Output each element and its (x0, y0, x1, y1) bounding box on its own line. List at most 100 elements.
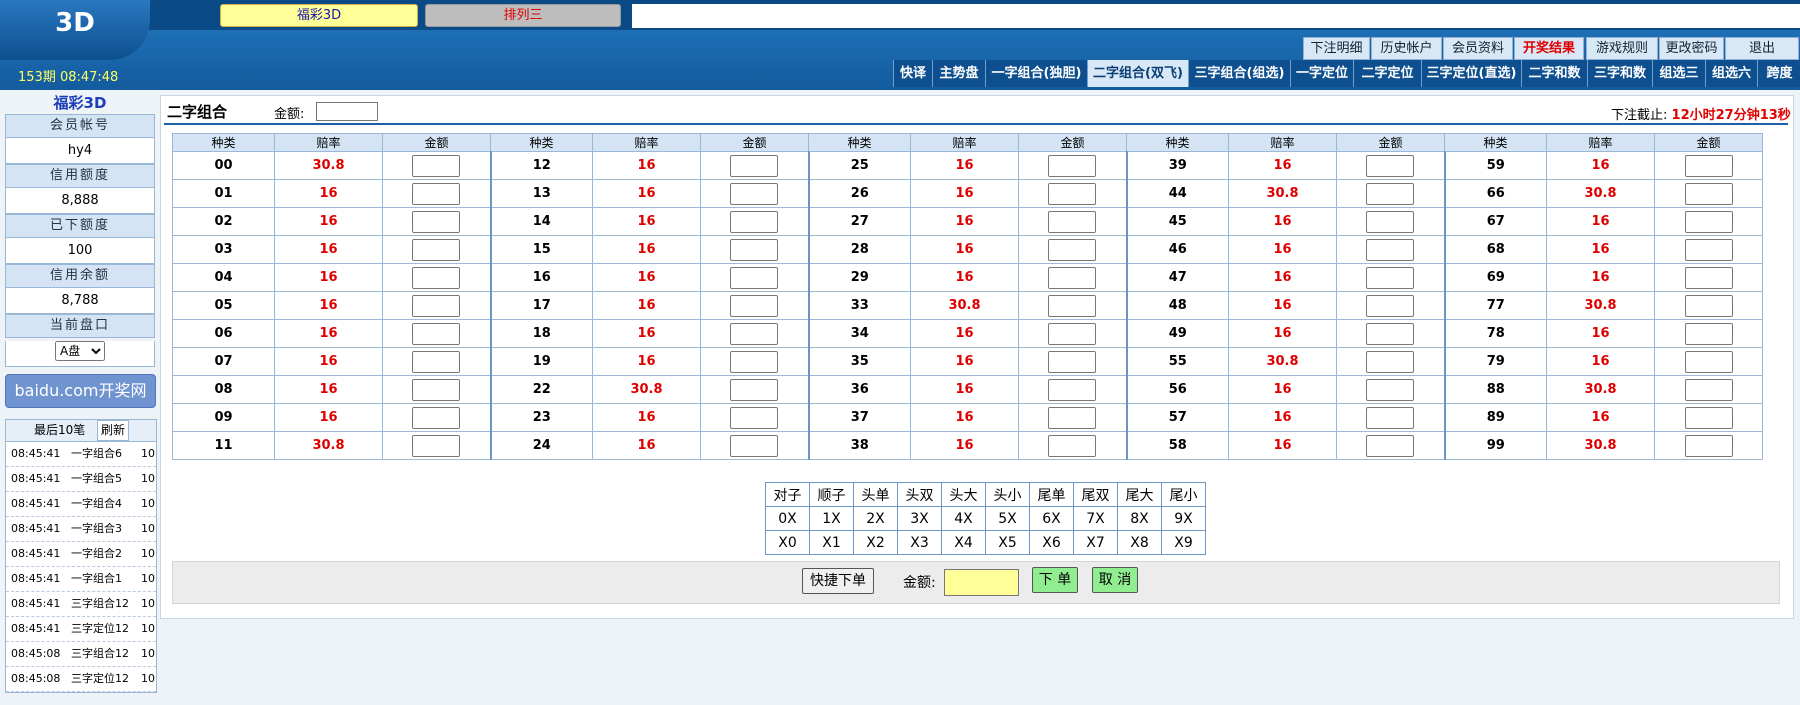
nav-tab-7[interactable]: 三字定位(直选) (1421, 60, 1521, 87)
bet-amount-input[interactable] (412, 266, 461, 289)
bet-amount-input[interactable] (1684, 322, 1733, 345)
bet-amount-input[interactable] (412, 294, 461, 317)
game-rules-link[interactable]: 游戏规则 (1586, 37, 1658, 60)
nav-tab-11[interactable]: 组选六 (1705, 60, 1757, 87)
bet-amount-input[interactable] (1684, 238, 1733, 261)
quick-pick-option[interactable]: X4 (941, 530, 986, 555)
bet-amount-input[interactable] (412, 210, 461, 233)
lottery-tab-pl3[interactable]: 排列三 (425, 4, 621, 27)
bet-amount-input[interactable] (730, 350, 779, 373)
kaijiang-link[interactable]: baidu.com开奖网 (5, 374, 156, 408)
bet-amount-input[interactable] (412, 182, 461, 205)
quick-pick-option[interactable]: 头小 (985, 482, 1030, 507)
nav-tab-12[interactable]: 跨度 (1757, 60, 1800, 87)
quick-pick-option[interactable]: X0 (765, 530, 810, 555)
bet-amount-input[interactable] (412, 350, 461, 373)
bet-amount-input[interactable] (1366, 182, 1415, 205)
quick-pick-option[interactable]: 头单 (853, 482, 898, 507)
quick-pick-option[interactable]: 1X (809, 506, 854, 531)
bet-amount-input[interactable] (730, 154, 779, 177)
bet-amount-input[interactable] (1048, 350, 1097, 373)
bet-amount-input[interactable] (1366, 210, 1415, 233)
bet-amount-input[interactable] (730, 378, 779, 401)
bet-amount-input[interactable] (730, 182, 779, 205)
bet-amount-input[interactable] (730, 266, 779, 289)
bet-amount-input[interactable] (1366, 266, 1415, 289)
quick-pick-option[interactable]: 尾大 (1117, 482, 1162, 507)
quick-pick-option[interactable]: 尾双 (1073, 482, 1118, 507)
bet-amount-input[interactable] (1366, 294, 1415, 317)
history-account-link[interactable]: 历史帐户 (1371, 37, 1442, 60)
bet-amount-input[interactable] (730, 406, 779, 429)
quick-pick-option[interactable]: 6X (1029, 506, 1074, 531)
bet-amount-input[interactable] (1048, 322, 1097, 345)
bet-amount-input[interactable] (412, 154, 461, 177)
nav-tab-4[interactable]: 三字组合(组选) (1188, 60, 1290, 87)
bet-amount-input[interactable] (730, 238, 779, 261)
bet-amount-input[interactable] (730, 434, 779, 457)
quick-pick-option[interactable]: X6 (1029, 530, 1074, 555)
quick-bet-button[interactable]: 快捷下单 (802, 568, 874, 594)
bet-amount-input[interactable] (1366, 406, 1415, 429)
bet-amount-input[interactable] (1048, 182, 1097, 205)
quick-pick-option[interactable]: 3X (897, 506, 942, 531)
bet-amount-input[interactable] (1048, 294, 1097, 317)
bet-amount-input[interactable] (1684, 350, 1733, 373)
bet-amount-input[interactable] (412, 238, 461, 261)
bet-amount-input[interactable] (1048, 434, 1097, 457)
bet-amount-input[interactable] (1048, 154, 1097, 177)
quick-pick-option[interactable]: 9X (1161, 506, 1206, 531)
bet-amount-input[interactable] (1684, 210, 1733, 233)
nav-tab-9[interactable]: 三字和数 (1587, 60, 1652, 87)
batch-amount-input[interactable] (316, 102, 378, 121)
bet-amount-input[interactable] (1684, 294, 1733, 317)
bet-amount-input[interactable] (1366, 238, 1415, 261)
bet-amount-input[interactable] (1684, 406, 1733, 429)
nav-tab-1[interactable]: 主势盘 (932, 60, 985, 87)
bet-amount-input[interactable] (730, 322, 779, 345)
logout-link[interactable]: 退出 (1725, 37, 1799, 60)
bet-amount-input[interactable] (1684, 154, 1733, 177)
quick-pick-option[interactable]: X5 (985, 530, 1030, 555)
submit-button[interactable]: 下 单 (1032, 567, 1078, 593)
quick-pick-option[interactable]: 5X (985, 506, 1030, 531)
bet-amount-input[interactable] (1684, 378, 1733, 401)
bet-amount-input[interactable] (1048, 210, 1097, 233)
bet-amount-input[interactable] (730, 210, 779, 233)
nav-tab-3[interactable]: 二字组合(双飞) (1087, 60, 1188, 87)
quick-pick-option[interactable]: X3 (897, 530, 942, 555)
draw-results-link[interactable]: 开奖结果 (1514, 37, 1584, 60)
change-password-link[interactable]: 更改密码 (1659, 37, 1724, 60)
bet-amount-input[interactable] (1366, 322, 1415, 345)
nav-tab-0[interactable]: 快译 (893, 60, 932, 87)
bet-amount-input[interactable] (412, 378, 461, 401)
bet-amount-input[interactable] (412, 322, 461, 345)
order-amount-input[interactable] (944, 569, 1019, 596)
bet-amount-input[interactable] (1048, 406, 1097, 429)
bet-amount-input[interactable] (1684, 434, 1733, 457)
nav-tab-5[interactable]: 一字定位 (1290, 60, 1353, 87)
nav-tab-6[interactable]: 二字定位 (1353, 60, 1421, 87)
bet-amount-input[interactable] (1048, 238, 1097, 261)
nav-tab-2[interactable]: 一字组合(独胆) (985, 60, 1087, 87)
lottery-tab-fc3d[interactable]: 福彩3D (220, 4, 418, 27)
bet-amount-input[interactable] (1366, 154, 1415, 177)
quick-pick-option[interactable]: 4X (941, 506, 986, 531)
quick-pick-option[interactable]: X7 (1073, 530, 1118, 555)
pan-select[interactable]: A盘 (55, 341, 105, 361)
quick-pick-option[interactable]: 对子 (765, 482, 810, 507)
bet-amount-input[interactable] (1684, 182, 1733, 205)
bet-amount-input[interactable] (1048, 266, 1097, 289)
bet-amount-input[interactable] (412, 434, 461, 457)
nav-tab-10[interactable]: 组选三 (1652, 60, 1705, 87)
bet-amount-input[interactable] (730, 294, 779, 317)
bet-amount-input[interactable] (1048, 378, 1097, 401)
quick-pick-option[interactable]: 0X (765, 506, 810, 531)
bet-amount-input[interactable] (1366, 434, 1415, 457)
quick-pick-option[interactable]: 8X (1117, 506, 1162, 531)
bet-amount-input[interactable] (1366, 378, 1415, 401)
quick-pick-option[interactable]: 头双 (897, 482, 942, 507)
quick-pick-option[interactable]: X8 (1117, 530, 1162, 555)
quick-pick-option[interactable]: 7X (1073, 506, 1118, 531)
refresh-button[interactable]: 刷新 (97, 420, 129, 441)
